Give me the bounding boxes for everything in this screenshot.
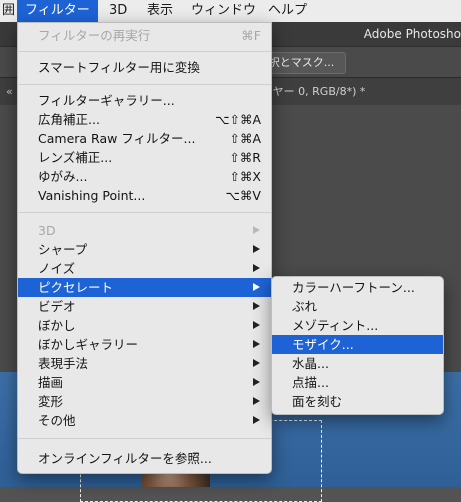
submenu-arrow-icon: [253, 245, 260, 253]
menu-separator: [18, 438, 271, 439]
menu-filter[interactable]: フィルター: [17, 0, 98, 22]
shortcut-label: ⇧⌘X: [229, 169, 261, 184]
submenu-noise[interactable]: ノイズ: [18, 259, 271, 278]
menu-item-label: モザイク...: [292, 337, 354, 352]
app-title: Adobe Photosho: [363, 27, 461, 41]
menu-item-camera-raw-filter[interactable]: Camera Raw フィルター... ⇧⌘A: [18, 129, 271, 148]
menu-item-label: 点描...: [292, 375, 329, 390]
submenu-arrow-icon: [253, 359, 260, 367]
submenu-blur-gallery[interactable]: ぼかしギャラリー: [18, 335, 271, 354]
menu-item-label: レンズ補正...: [38, 150, 113, 165]
menu-item-label: その他: [38, 413, 76, 428]
menu-item-adaptive-wide-angle[interactable]: 広角補正... ⌥⇧⌘A: [18, 110, 271, 129]
submenu-other[interactable]: その他: [18, 411, 271, 430]
menu-image-partial[interactable]: 囲: [0, 0, 17, 22]
menu-item-label: ノイズ: [38, 261, 76, 276]
menu-item-label: Camera Raw フィルター...: [38, 131, 196, 146]
menu-window[interactable]: ウィンドウ: [185, 0, 262, 22]
menu-item-pointillize[interactable]: 点描...: [272, 373, 443, 392]
menu-item-label: ビデオ: [38, 299, 76, 314]
submenu-arrow-icon: [253, 264, 260, 272]
submenu-arrow-icon: [253, 416, 260, 424]
menu-item-crystallize[interactable]: 水晶...: [272, 354, 443, 373]
submenu-arrow-icon: [253, 283, 260, 291]
menu-item-liquify[interactable]: ゆがみ... ⇧⌘X: [18, 167, 271, 186]
menu-item-label: ぼかし: [38, 318, 76, 333]
menu-3d[interactable]: 3D: [103, 0, 133, 22]
menu-view[interactable]: 表示: [141, 0, 179, 22]
menu-item-label: 表現手法: [38, 356, 89, 371]
submenu-arrow-icon: [253, 321, 260, 329]
menu-item-label: オンラインフィルターを参照...: [38, 451, 212, 466]
submenu-arrow-icon: [253, 397, 260, 405]
menu-item-label: ぼかしギャラリー: [38, 337, 139, 352]
menu-item-label: 3D: [38, 223, 56, 238]
submenu-arrow-icon: [253, 340, 260, 348]
menu-item-facet[interactable]: 面を刻む: [272, 392, 443, 411]
menu-item-mezzotint[interactable]: メゾティント...: [272, 316, 443, 335]
menu-separator: [18, 212, 271, 213]
menu-item-lens-correction[interactable]: レンズ補正... ⇧⌘R: [18, 148, 271, 167]
menu-item-vanishing-point[interactable]: Vanishing Point... ⌥⌘V: [18, 186, 271, 205]
submenu-3d: 3D: [18, 221, 271, 240]
submenu-distort[interactable]: 変形: [18, 392, 271, 411]
submenu-video[interactable]: ビデオ: [18, 297, 271, 316]
menu-item-label: ゆがみ...: [38, 169, 88, 184]
menu-item-label: メゾティント...: [292, 318, 379, 333]
shortcut-label: ⌥⌘V: [225, 188, 261, 203]
menu-item-label: ピクセレート: [38, 280, 114, 295]
menu-item-mosaic[interactable]: モザイク...: [272, 335, 443, 354]
submenu-pixelate[interactable]: ピクセレート: [18, 278, 271, 297]
submenu-arrow-icon: [253, 226, 260, 234]
shortcut-label: ⌥⇧⌘A: [215, 112, 261, 127]
menu-item-label: フィルターの再実行: [38, 28, 151, 43]
menu-help[interactable]: ヘルプ: [262, 0, 313, 22]
menu-separator: [18, 51, 271, 52]
submenu-arrow-icon: [253, 302, 260, 310]
menu-item-last-filter: フィルターの再実行 ⌘F: [18, 26, 271, 45]
menu-item-label: フィルターギャラリー...: [38, 93, 175, 108]
menu-item-color-halftone[interactable]: カラーハーフトーン...: [272, 278, 443, 297]
pixelate-submenu: カラーハーフトーン... ぶれ メゾティント... モザイク... 水晶... …: [271, 276, 444, 415]
menu-item-label: 水晶...: [292, 356, 329, 371]
shortcut-label: ⌘F: [241, 28, 261, 43]
submenu-sharpen[interactable]: シャープ: [18, 240, 271, 259]
menu-item-label: Vanishing Point...: [38, 188, 146, 203]
menu-item-label: ぶれ: [292, 299, 318, 314]
submenu-render[interactable]: 描画: [18, 373, 271, 392]
shortcut-label: ⇧⌘A: [229, 131, 261, 146]
submenu-blur[interactable]: ぼかし: [18, 316, 271, 335]
submenu-arrow-icon: [253, 378, 260, 386]
menu-item-label: 広角補正...: [38, 112, 100, 127]
menu-item-fragment[interactable]: ぶれ: [272, 297, 443, 316]
menu-item-label: スマートフィルター用に変換: [38, 60, 200, 75]
menu-item-label: カラーハーフトーン...: [292, 280, 415, 295]
menu-separator: [18, 84, 271, 85]
menu-item-filter-gallery[interactable]: フィルターギャラリー...: [18, 91, 271, 110]
menu-item-browse-filters-online[interactable]: オンラインフィルターを参照...: [18, 449, 271, 468]
submenu-stylize[interactable]: 表現手法: [18, 354, 271, 373]
filter-menu: フィルターの再実行 ⌘F スマートフィルター用に変換 フィルターギャラリー...…: [17, 22, 272, 474]
document-tab[interactable]: イヤー 0, RGB/8*) *: [262, 78, 365, 105]
menu-item-label: シャープ: [38, 242, 88, 257]
menu-item-convert-smart-filter[interactable]: スマートフィルター用に変換: [18, 58, 271, 77]
menu-bar: 囲 フィルター 3D 表示 ウィンドウ ヘルプ: [0, 0, 461, 23]
menu-item-label: 面を刻む: [292, 394, 343, 409]
shortcut-label: ⇧⌘R: [229, 150, 261, 165]
menu-item-label: 変形: [38, 394, 64, 409]
menu-item-label: 描画: [38, 375, 64, 390]
